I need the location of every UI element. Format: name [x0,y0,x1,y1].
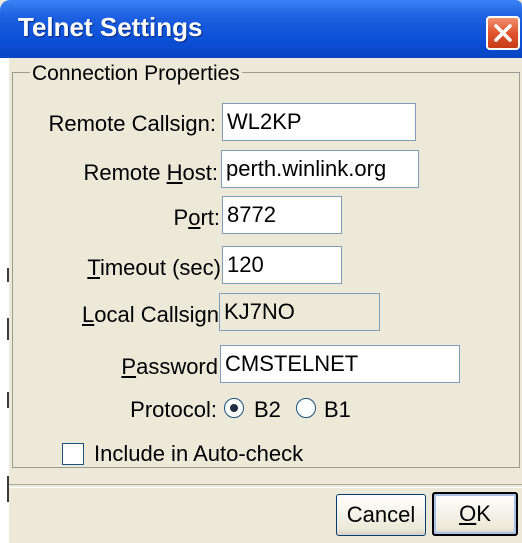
cancel-button[interactable]: Cancel [336,494,426,536]
protocol-b2-label[interactable]: B2 [254,397,281,423]
protocol-b2-radio[interactable] [224,398,244,418]
timeout-input[interactable] [222,246,342,284]
timeout-label: Timeout (sec) [87,255,221,280]
port-input[interactable] [222,196,342,234]
title-bar[interactable]: Telnet Settings [0,0,522,58]
remote-callsign-label: Remote Callsign: [48,111,216,136]
ok-button[interactable]: OK [432,492,518,536]
protocol-label: Protocol: [130,397,217,422]
window-title: Telnet Settings [18,12,203,42]
ok-button-label: OK [459,501,491,526]
password-label: Password [121,354,218,379]
password-input[interactable] [220,345,460,383]
remote-callsign-input[interactable] [222,103,416,141]
remote-host-label: Remote Host: [83,160,218,185]
protocol-b1-radio[interactable] [296,398,316,418]
footer-separator [9,484,522,488]
telnet-settings-dialog: Telnet Settings Connection Properties Re… [0,0,522,543]
close-icon [494,24,512,42]
group-legend: Connection Properties [30,62,242,86]
autocheck-label[interactable]: Include in Auto-check [94,441,303,467]
close-button[interactable] [486,16,520,50]
left-background-edge [0,58,9,543]
local-callsign-input [219,293,380,331]
remote-host-input[interactable] [221,150,419,188]
port-label: Port: [173,205,221,230]
local-callsign-label: Local Callsign [82,302,219,327]
autocheck-checkbox[interactable] [62,443,84,465]
cancel-button-label: Cancel [346,502,416,527]
protocol-b1-label[interactable]: B1 [324,397,351,423]
